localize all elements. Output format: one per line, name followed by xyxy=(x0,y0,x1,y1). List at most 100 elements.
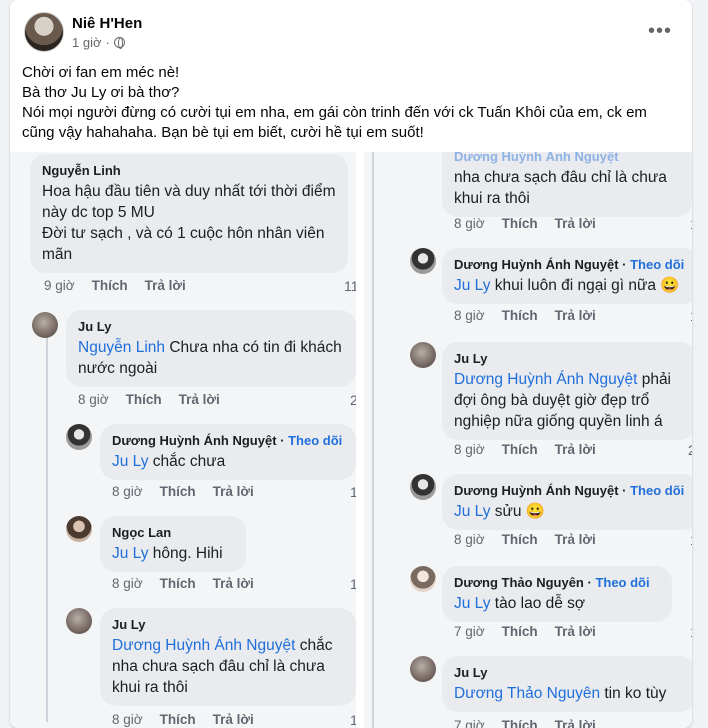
reply-count: 1 xyxy=(690,308,692,324)
column-divider xyxy=(356,152,364,728)
more-options-button[interactable]: ••• xyxy=(648,20,672,43)
post-line: Bà thơ Ju Ly ơi bà thơ? xyxy=(22,84,180,101)
mention-link[interactable]: Ju Ly xyxy=(454,503,490,520)
comment-actions: 8 giờ Thích Trả lời xyxy=(112,484,254,499)
reply-button[interactable]: Trả lời xyxy=(179,392,220,407)
follow-button[interactable]: Theo dõi xyxy=(595,575,649,590)
comment-bubble: Dương Huỳnh Ánh Nguyệt · Theo dõi Ju Ly … xyxy=(442,474,692,530)
reply-button[interactable]: Trả lời xyxy=(145,278,186,293)
avatar[interactable] xyxy=(410,342,436,368)
commenter-name[interactable]: Ngọc Lan xyxy=(112,524,234,541)
comment-time[interactable]: 8 giờ xyxy=(112,576,143,591)
comment-text: hông. Hihi xyxy=(148,545,223,562)
reply-button[interactable]: Trả lời xyxy=(213,484,254,499)
comment-actions: 8 giờ Thích Trả lời xyxy=(112,712,254,727)
avatar[interactable] xyxy=(410,566,436,592)
thread-line xyxy=(372,152,374,728)
comment-text: tào lao dễ sợ xyxy=(490,595,586,612)
like-button[interactable]: Thích xyxy=(502,624,538,639)
avatar[interactable] xyxy=(66,516,92,542)
like-button[interactable]: Thích xyxy=(502,718,538,728)
follow-button[interactable]: Theo dõi xyxy=(630,257,684,272)
avatar[interactable] xyxy=(410,474,436,500)
like-button[interactable]: Thích xyxy=(502,532,538,547)
comment-time[interactable]: 7 giờ xyxy=(454,718,485,728)
mention-link[interactable]: Dương Huỳnh Ánh Nguyệt xyxy=(454,371,637,388)
comment-time[interactable]: 9 giờ xyxy=(44,278,75,293)
post-line: Chời ơi fan em méc nè! xyxy=(22,64,180,81)
mention-link[interactable]: Ju Ly xyxy=(112,453,148,470)
commenter-name[interactable]: Dương Huỳnh Ánh Nguyệt xyxy=(112,433,277,448)
reply-button[interactable]: Trả lời xyxy=(213,712,254,727)
comment-text: sửu 😀 xyxy=(490,503,546,520)
mention-link[interactable]: Dương Thảo Nguyên xyxy=(454,685,600,702)
reply-button[interactable]: Trả lời xyxy=(555,308,596,323)
like-button[interactable]: Thích xyxy=(126,392,162,407)
reply-button[interactable]: Trả lời xyxy=(555,216,596,231)
reply-button[interactable]: Trả lời xyxy=(555,532,596,547)
follow-button[interactable]: Theo dõi xyxy=(288,433,342,448)
mention-link[interactable]: Ju Ly xyxy=(112,545,148,562)
commenter-name[interactable]: Dương Thảo Nguyên xyxy=(454,575,584,590)
comment-bubble: Dương Huỳnh Ánh Nguyệt · Theo dõi Ju Ly … xyxy=(442,248,692,304)
reply-count: 1 xyxy=(690,216,692,232)
like-button[interactable]: Thích xyxy=(502,442,538,457)
follow-button[interactable]: Theo dõi xyxy=(630,483,684,498)
mention-link[interactable]: Ju Ly xyxy=(454,595,490,612)
comment-time[interactable]: 8 giờ xyxy=(454,308,485,323)
comment-time[interactable]: 8 giờ xyxy=(112,484,143,499)
like-button[interactable]: Thích xyxy=(502,308,538,323)
like-button[interactable]: Thích xyxy=(92,278,128,293)
comment-actions: 7 giờ Thích Trả lời xyxy=(454,624,596,639)
comment-time[interactable]: 7 giờ xyxy=(454,624,485,639)
comment-bubble: Nguyễn Linh Hoa hậu đầu tiên và duy nhất… xyxy=(30,154,348,273)
reply-button[interactable]: Trả lời xyxy=(555,718,596,728)
mention-link[interactable]: Nguyễn Linh xyxy=(78,339,165,356)
comment-time[interactable]: 8 giờ xyxy=(454,216,485,231)
reply-button[interactable]: Trả lời xyxy=(555,624,596,639)
globe-icon[interactable] xyxy=(113,36,125,49)
commenter-name[interactable]: Dương Huỳnh Ánh Nguyệt xyxy=(454,483,619,498)
mention-link[interactable]: Ju Ly xyxy=(454,277,490,294)
commenter-name[interactable]: Dương Huỳnh Ánh Nguyệt xyxy=(454,257,619,272)
comment-bubble: Dương Thảo Nguyên · Theo dõi Ju Ly tào l… xyxy=(442,566,672,622)
comment-actions: 8 giờ Thích Trả lời xyxy=(78,392,220,407)
like-button[interactable]: Thích xyxy=(160,712,196,727)
post-body: Chời ơi fan em méc nè! Bà thơ Ju Ly ơi b… xyxy=(22,63,682,143)
like-button[interactable]: Thích xyxy=(502,216,538,231)
commenter-name[interactable]: Ju Ly xyxy=(454,350,684,367)
mention-link[interactable]: Dương Huỳnh Ánh Nguyệt xyxy=(112,637,295,654)
reply-button[interactable]: Trả lời xyxy=(555,442,596,457)
comments-screenshot[interactable]: Nguyễn Linh Hoa hậu đầu tiên và duy nhất… xyxy=(10,152,692,728)
comment-bubble: Ju Ly Dương Huỳnh Ánh Nguyệt chắc nha ch… xyxy=(100,608,356,706)
comment-actions: 8 giờ Thích Trả lời xyxy=(454,216,596,231)
commenter-name[interactable]: Nguyễn Linh xyxy=(42,162,336,179)
thread-line xyxy=(46,322,48,722)
reply-count: 1 xyxy=(690,624,692,640)
commenter-name[interactable]: Ju Ly xyxy=(454,664,684,681)
commenter-name[interactable]: Ju Ly xyxy=(78,318,344,335)
post-time[interactable]: 1 giờ xyxy=(72,35,102,50)
avatar[interactable] xyxy=(410,656,436,682)
avatar[interactable] xyxy=(66,608,92,634)
like-button[interactable]: Thích xyxy=(160,484,196,499)
comment-text: nha chưa sạch đâu chỉ là chưa khui ra th… xyxy=(454,169,667,207)
avatar[interactable] xyxy=(66,424,92,450)
avatar[interactable] xyxy=(410,248,436,274)
like-button[interactable]: Thích xyxy=(160,576,196,591)
author-name[interactable]: Niê H'Hen xyxy=(72,15,142,32)
comment-time[interactable]: 8 giờ xyxy=(454,532,485,547)
reply-count: 1 xyxy=(690,718,692,728)
commenter-name[interactable]: Ju Ly xyxy=(112,616,344,633)
comment-text: chắc chưa xyxy=(148,453,226,470)
comment-text: Hoa hậu đầu tiên và duy nhất tới thời đi… xyxy=(42,183,336,263)
reply-button[interactable]: Trả lời xyxy=(213,576,254,591)
comment-time[interactable]: 8 giờ xyxy=(78,392,109,407)
author-avatar[interactable] xyxy=(24,12,64,52)
comment-time[interactable]: 8 giờ xyxy=(454,442,485,457)
comment-time[interactable]: 8 giờ xyxy=(112,712,143,727)
mention-link[interactable]: Dương Huỳnh Ánh Nguyệt xyxy=(454,152,619,164)
comment-actions: 8 giờ Thích Trả lời xyxy=(112,576,254,591)
avatar[interactable] xyxy=(32,312,58,338)
comment-bubble: Ju Ly Dương Thảo Nguyên tin ko tùy xyxy=(442,656,692,712)
